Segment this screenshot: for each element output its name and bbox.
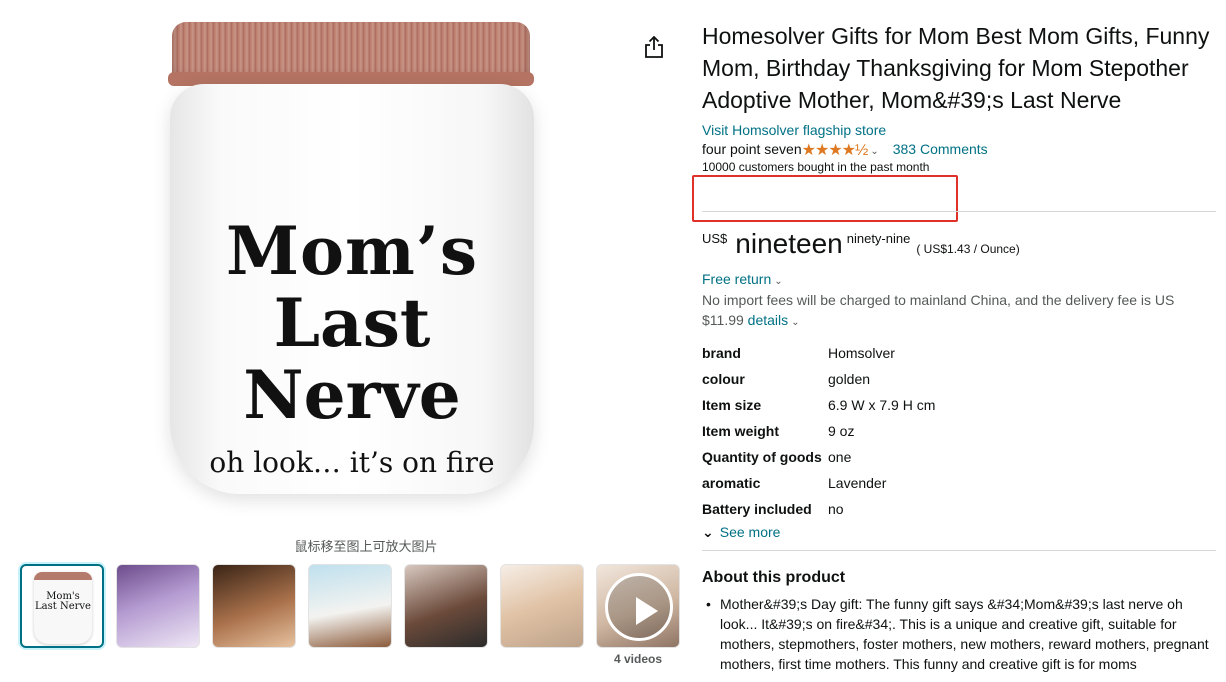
store-link[interactable]: Visit Homsolver flagship store bbox=[702, 122, 1216, 138]
jar-label-line: Mom’s bbox=[225, 212, 479, 290]
spec-value: Homsolver bbox=[828, 345, 895, 361]
spec-key: Battery included bbox=[702, 501, 812, 517]
spec-value: 6.9 W x 7.9 H cm bbox=[828, 397, 936, 413]
thumbnail-5[interactable] bbox=[404, 564, 488, 648]
spec-value: one bbox=[828, 449, 852, 465]
thumbnail-2[interactable] bbox=[116, 564, 200, 648]
spec-row: Battery included no bbox=[702, 496, 1182, 522]
spec-value: 9 oz bbox=[828, 423, 855, 439]
thumbnail-3[interactable] bbox=[212, 564, 296, 648]
chevron-down-icon: ⌄ bbox=[791, 317, 800, 328]
about-heading: About this product bbox=[702, 569, 846, 586]
about-bullet: Mother&#39;s Day gift: The funny gift sa… bbox=[702, 594, 1216, 674]
rating-row: four point seven★★★★½ ⌄ 383 Comments bbox=[702, 139, 1216, 159]
spec-row: colour golden bbox=[702, 366, 1182, 392]
spec-row: Item size 6.9 W x 7.9 H cm bbox=[702, 392, 1182, 418]
price-fraction: ninety-nine bbox=[846, 231, 911, 246]
divider bbox=[702, 211, 1216, 212]
free-return-label: Free return bbox=[702, 271, 772, 287]
chevron-down-icon[interactable]: ⌄ bbox=[870, 146, 878, 157]
spec-value: Lavender bbox=[828, 475, 887, 491]
about-bullets: Mother&#39;s Day gift: The funny gift sa… bbox=[702, 594, 1216, 674]
divider bbox=[702, 550, 1216, 551]
annotation-highlight-box bbox=[692, 175, 958, 222]
play-triangle bbox=[636, 597, 658, 625]
spec-row: aromatic Lavender bbox=[702, 470, 1182, 496]
price-whole: nineteen bbox=[735, 228, 843, 259]
comments-link[interactable]: 383 Comments bbox=[893, 141, 988, 157]
share-icon[interactable] bbox=[644, 36, 664, 58]
spec-key: brand bbox=[702, 345, 741, 361]
price: US$ nineteen ninety-nine ( US$1.43 / Ounce) bbox=[702, 228, 1020, 260]
jar-label-line: Nerve bbox=[243, 356, 461, 434]
spec-row: Item weight 9 oz bbox=[702, 418, 1182, 444]
zoom-hint: 鼠标移至图上可放大图片 bbox=[294, 539, 438, 554]
jar-label-line: oh look… it’s on fire bbox=[209, 446, 495, 479]
product-title: Homesolver Gifts for Mom Best Mom Gifts,… bbox=[702, 23, 1210, 113]
rating-text: four point seven bbox=[702, 141, 802, 157]
video-count: 4 videos bbox=[613, 652, 663, 666]
play-icon bbox=[605, 573, 673, 641]
bought-count: 10000 customers bought in the past month bbox=[702, 160, 930, 174]
unit-price: ( US$1.43 / Ounce) bbox=[916, 242, 1020, 256]
chevron-down-icon: ⌄ bbox=[702, 524, 714, 540]
spec-key: Item weight bbox=[702, 423, 780, 439]
product-specs-table: brand Homsolver colour golden Item size 6.9… bbox=[702, 340, 1182, 522]
delivery-info: No import fees will be charged to mainla… bbox=[702, 290, 1202, 333]
price-currency: US$ bbox=[702, 231, 728, 246]
mini-jar-image: Mom's Last Nerve bbox=[34, 572, 92, 644]
chevron-down-icon: ⌄ bbox=[774, 276, 783, 287]
details-label: details bbox=[747, 312, 789, 328]
details-link[interactable]: details ⌄ bbox=[748, 312, 800, 328]
thumbnail-6[interactable] bbox=[500, 564, 584, 648]
spec-key: aromatic bbox=[702, 475, 761, 491]
spec-key: Quantity of goods bbox=[702, 449, 822, 465]
see-more-button[interactable]: ⌄ See more bbox=[702, 524, 780, 541]
product-info: Homesolver Gifts for Mom Best Mom Gifts,… bbox=[702, 20, 1216, 174]
see-more-label: See more bbox=[719, 524, 781, 540]
spec-row: brand Homsolver bbox=[702, 340, 1182, 366]
spec-key: Item size bbox=[702, 397, 762, 413]
thumbnail-4[interactable] bbox=[308, 564, 392, 648]
spec-key: colour bbox=[702, 371, 745, 387]
main-product-image[interactable]: Mom’s Last Nerve oh look… it’s on fire bbox=[152, 14, 552, 526]
spec-value: no bbox=[828, 501, 844, 517]
jar-body: Mom’s Last Nerve oh look… it’s on fire bbox=[170, 84, 534, 494]
star-rating-icon[interactable]: ★★★★½ bbox=[802, 142, 869, 159]
video-thumbnail[interactable] bbox=[596, 564, 680, 648]
spec-row: Quantity of goods one bbox=[702, 444, 1182, 470]
spec-value: golden bbox=[828, 371, 871, 387]
thumbnail-1[interactable]: Mom's Last Nerve bbox=[20, 564, 104, 648]
jar-label-line: Last bbox=[273, 284, 431, 362]
free-return-link[interactable]: Free return ⌄ bbox=[702, 271, 783, 287]
